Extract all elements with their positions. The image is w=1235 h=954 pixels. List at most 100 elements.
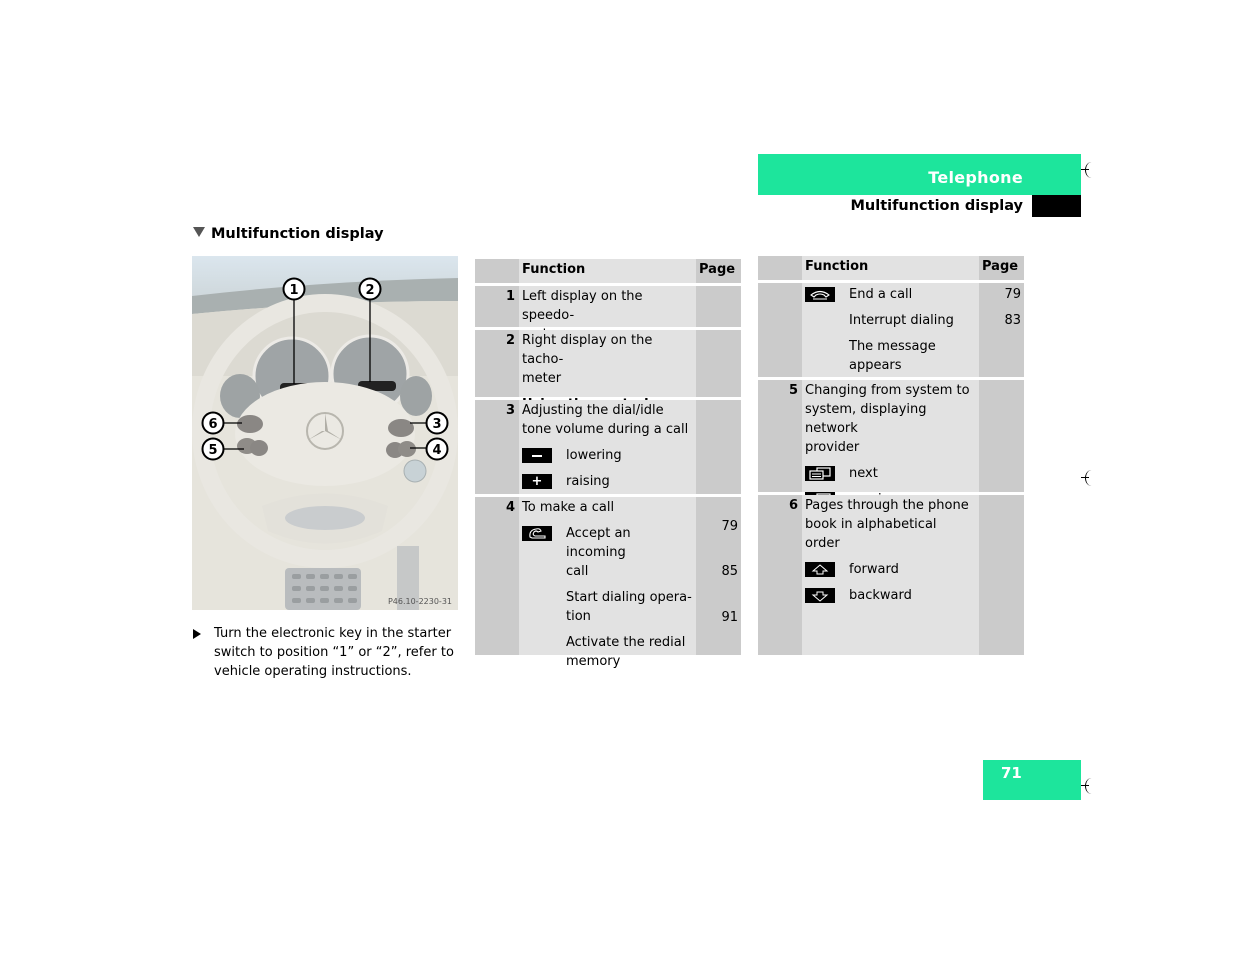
section-heading: Multifunction display xyxy=(193,226,384,242)
sub-item: + raising xyxy=(522,472,692,491)
row-number: 3 xyxy=(475,400,519,494)
table-row: 6 Pages through the phone book in alphab… xyxy=(758,495,1024,655)
plus-icon: + xyxy=(522,474,552,489)
sub-item-label: The message appears xyxy=(849,337,936,375)
next-system-icon xyxy=(805,466,835,481)
callout-6: 6 xyxy=(201,411,225,439)
svg-text:2: 2 xyxy=(365,283,374,298)
label-line: call xyxy=(566,564,589,579)
page-number: 71 xyxy=(1001,764,1022,782)
svg-text:3: 3 xyxy=(432,417,441,432)
table-row: 3 Adjusting the dial/idle tone volume du… xyxy=(475,400,741,494)
sub-item-label: Start dialing opera-tion xyxy=(566,588,692,626)
column-header-page: Page xyxy=(979,256,1024,280)
callout-5: 5 xyxy=(201,437,225,465)
sub-item-label: raising xyxy=(566,474,610,489)
label-line: tion xyxy=(566,609,591,624)
function-text: provider xyxy=(805,440,860,455)
function-table-2: Function Page End a call Interrupt diali… xyxy=(758,256,1024,655)
callout-2: 2 xyxy=(358,277,382,305)
row-number: 6 xyxy=(758,495,802,655)
svg-text:5: 5 xyxy=(208,443,217,458)
sub-item: End a call xyxy=(805,285,975,304)
label-line: Accept an incoming xyxy=(566,526,631,560)
function-text: Changing from system to xyxy=(805,383,970,398)
sub-item-label: Accept an incoming call xyxy=(566,524,692,581)
crop-mark-icon xyxy=(1081,160,1095,180)
page-ref: 83 xyxy=(1004,313,1021,328)
function-text: meter xyxy=(522,371,562,386)
column-header-page: Page xyxy=(696,259,741,283)
label-line: appears xyxy=(849,358,902,373)
sub-item-label: End a call xyxy=(849,287,913,302)
sub-item: Activate the redial memory xyxy=(522,633,692,671)
row-number: 5 xyxy=(758,380,802,492)
function-text: system, displaying network xyxy=(805,402,927,436)
page-number-tab: 71 xyxy=(983,760,1081,800)
instruction-text: Turn the electronic key in the starter s… xyxy=(214,626,454,679)
bullet-arrow-icon xyxy=(193,629,201,639)
function-text: Left display on the speedo- xyxy=(522,289,643,323)
function-text: Adjusting the dial/idle xyxy=(522,403,664,418)
row-number: 2 xyxy=(475,330,519,397)
steering-wheel-figure: 1 2 3 4 5 6 P46.10-2230-31 xyxy=(192,256,458,610)
page-ref: 91 xyxy=(721,610,738,625)
column-header-function: Function xyxy=(519,259,696,283)
function-text: Pages through the phone xyxy=(805,498,969,513)
table-row: 1 Left display on the speedo- meter xyxy=(475,286,741,342)
row-number: 4 xyxy=(475,497,519,655)
figure-code: P46.10-2230-31 xyxy=(387,597,452,606)
table-row: 5 Changing from system to system, displa… xyxy=(758,380,1024,507)
sub-item: lowering xyxy=(522,446,692,465)
crop-mark-icon xyxy=(1081,776,1095,796)
section-title: Multifunction display xyxy=(850,198,1023,214)
label-line: memory xyxy=(566,654,621,669)
section-marker xyxy=(1032,195,1081,217)
function-text: To make a call xyxy=(522,500,615,515)
phone-pickup-icon xyxy=(522,526,552,541)
arrow-down-icon xyxy=(805,588,835,603)
sub-item: Interrupt dialing xyxy=(805,311,975,330)
crop-mark-icon xyxy=(1081,468,1095,488)
label-line: Start dialing opera- xyxy=(566,590,692,605)
page-ref: 79 xyxy=(1004,287,1021,302)
table-header: Function Page xyxy=(758,256,1024,280)
sub-item: Accept an incoming call xyxy=(522,524,692,581)
sub-item: forward xyxy=(805,560,975,579)
sub-item-label: backward xyxy=(849,588,912,603)
sub-item-label: next xyxy=(849,466,878,481)
sub-item-label: Interrupt dialing xyxy=(849,313,954,328)
column-header-function: Function xyxy=(802,256,979,280)
label-line: The message xyxy=(849,339,936,354)
sub-item: backward xyxy=(805,586,975,605)
function-text: book in alphabetical order xyxy=(805,517,937,551)
sub-item-label: lowering xyxy=(566,448,622,463)
minus-icon xyxy=(522,448,552,463)
svg-text:6: 6 xyxy=(208,417,217,432)
table-row: 2 Right display on the tacho- meter Usin… xyxy=(475,330,741,431)
phone-hangup-icon xyxy=(805,287,835,302)
table-row: 4 To make a call Accept an incoming call … xyxy=(475,497,741,669)
page-ref: 79 xyxy=(721,519,738,534)
steering-wheel-illustration xyxy=(192,256,458,610)
chapter-tab: Telephone xyxy=(758,154,1081,195)
arrow-up-icon xyxy=(805,562,835,577)
sub-item: Start dialing opera-tion xyxy=(522,588,692,626)
function-table-1: Function Page 1 Left display on the spee… xyxy=(475,259,741,669)
callout-4: 4 xyxy=(425,437,449,465)
label-line: Activate the redial xyxy=(566,635,686,650)
sub-item: next xyxy=(805,464,975,483)
sub-item: The message appears xyxy=(805,337,975,375)
page-ref: 85 xyxy=(721,564,738,579)
svg-text:4: 4 xyxy=(432,443,441,458)
table-row: End a call Interrupt dialing The message… xyxy=(758,283,1024,377)
sub-item-label: Activate the redial memory xyxy=(566,633,685,671)
table-header: Function Page xyxy=(475,259,741,283)
chapter-title: Telephone xyxy=(928,168,1023,187)
callout-3: 3 xyxy=(425,411,449,439)
function-text: tone volume during a call xyxy=(522,422,689,437)
function-text: Right display on the tacho- xyxy=(522,333,653,367)
row-number: 1 xyxy=(475,286,519,327)
section-heading-text: Multifunction display xyxy=(211,226,384,242)
sub-item-label: forward xyxy=(849,562,899,577)
